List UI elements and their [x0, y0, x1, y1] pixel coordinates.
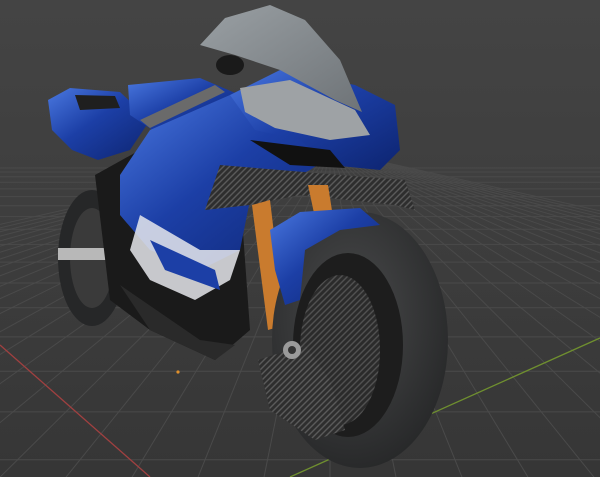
origin-marker — [176, 370, 180, 374]
viewport-canvas[interactable] — [0, 0, 600, 477]
front-axle-hub — [288, 346, 296, 354]
3d-viewport[interactable] — [0, 0, 600, 477]
seat — [75, 95, 120, 110]
rear-axle — [58, 248, 108, 260]
mirror — [216, 55, 244, 75]
